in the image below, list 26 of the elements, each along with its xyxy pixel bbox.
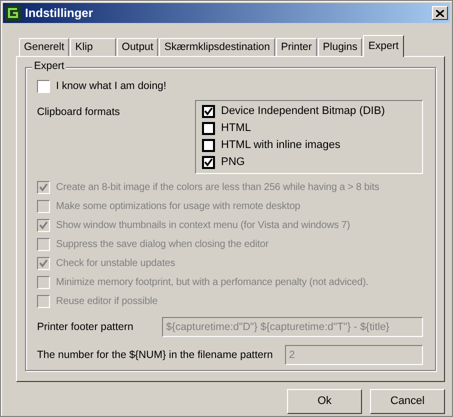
format-label: PNG: [221, 156, 245, 170]
tab[interactable]: Skærmklipsdestination: [159, 38, 275, 56]
tab[interactable]: Printer: [276, 38, 317, 56]
format-label: HTML: [221, 122, 251, 136]
dialog-button[interactable]: Ok: [287, 389, 362, 414]
field-label: Printer footer pattern: [37, 320, 134, 334]
checkbox-label: I know what I am doing!: [56, 80, 166, 92]
format-label: HTML with inline images: [221, 138, 340, 152]
option-label: Reuse editor if possible: [56, 296, 158, 308]
dialog-button[interactable]: Cancel: [370, 389, 445, 414]
format-label: Device Independent Bitmap (DIB): [221, 104, 385, 118]
tab[interactable]: Output: [116, 38, 158, 56]
clipboard-formats-label: Clipboard formats: [37, 106, 120, 120]
tab[interactable]: Generelt: [19, 38, 70, 56]
option-label: Minimize memory footprint, but with a perfomance penalty (not adviced).: [56, 276, 368, 288]
tab[interactable]: Expert: [363, 35, 404, 57]
tab[interactable]: Klip: [70, 38, 116, 56]
tab[interactable]: Plugins: [318, 38, 362, 56]
option-label: Check for unstable updates: [56, 258, 176, 270]
option-label: Show window thumbnails in context menu (for Vista and windows 7): [56, 220, 350, 232]
window-title: Indstillinger: [25, 6, 94, 20]
option-label: Make some optimizations for usage with remote desktop: [56, 200, 300, 212]
option-label: Create an 8-bit image if the colors are less than 256 while having a > 8 bits: [56, 182, 380, 194]
option-label: Suppress the save dialog when closing the editor: [56, 238, 269, 250]
field-label: The number for the ${NUM} in the filename pattern: [37, 348, 273, 362]
group-title: Expert: [32, 60, 66, 73]
